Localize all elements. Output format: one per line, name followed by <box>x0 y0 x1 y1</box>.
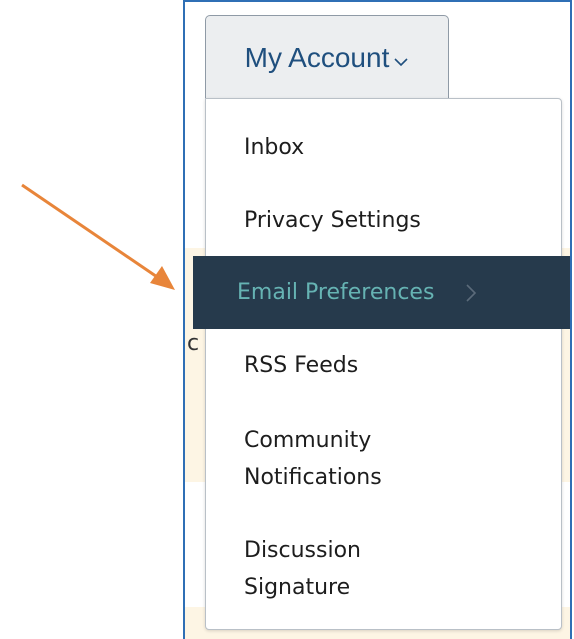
chevron-right-icon <box>466 283 477 302</box>
menu-item-label: Community Notifications <box>244 428 382 490</box>
my-account-label: My Account <box>244 41 390 73</box>
chevron-down-icon <box>394 57 408 66</box>
menu-item-community-notifications[interactable]: Community Notifications <box>206 421 561 497</box>
menu-item-label: RSS Feeds <box>244 353 359 378</box>
menu-item-discussion-signature[interactable]: Discussion Signature <box>206 531 561 607</box>
background-partial-text: c <box>187 331 200 356</box>
menu-item-rss-feeds[interactable]: RSS Feeds <box>206 347 561 384</box>
menu-item-label: Privacy Settings <box>244 208 421 233</box>
menu-item-label: Inbox <box>244 135 305 160</box>
menu-item-email-preferences[interactable]: Email Preferences <box>193 256 570 329</box>
menu-item-label: Discussion Signature <box>244 538 361 600</box>
my-account-button[interactable]: My Account <box>205 15 449 99</box>
menu-item-label: Email Preferences <box>237 280 435 305</box>
account-dropdown-menu: Inbox Privacy Settings Email Preferences… <box>193 98 570 630</box>
menu-item-privacy-settings[interactable]: Privacy Settings <box>206 202 561 239</box>
screenshot-canvas: c My Account Inbox Privacy Settings Emai… <box>0 0 574 639</box>
page-frame: c My Account Inbox Privacy Settings Emai… <box>183 0 572 639</box>
menu-item-inbox[interactable]: Inbox <box>206 129 561 166</box>
